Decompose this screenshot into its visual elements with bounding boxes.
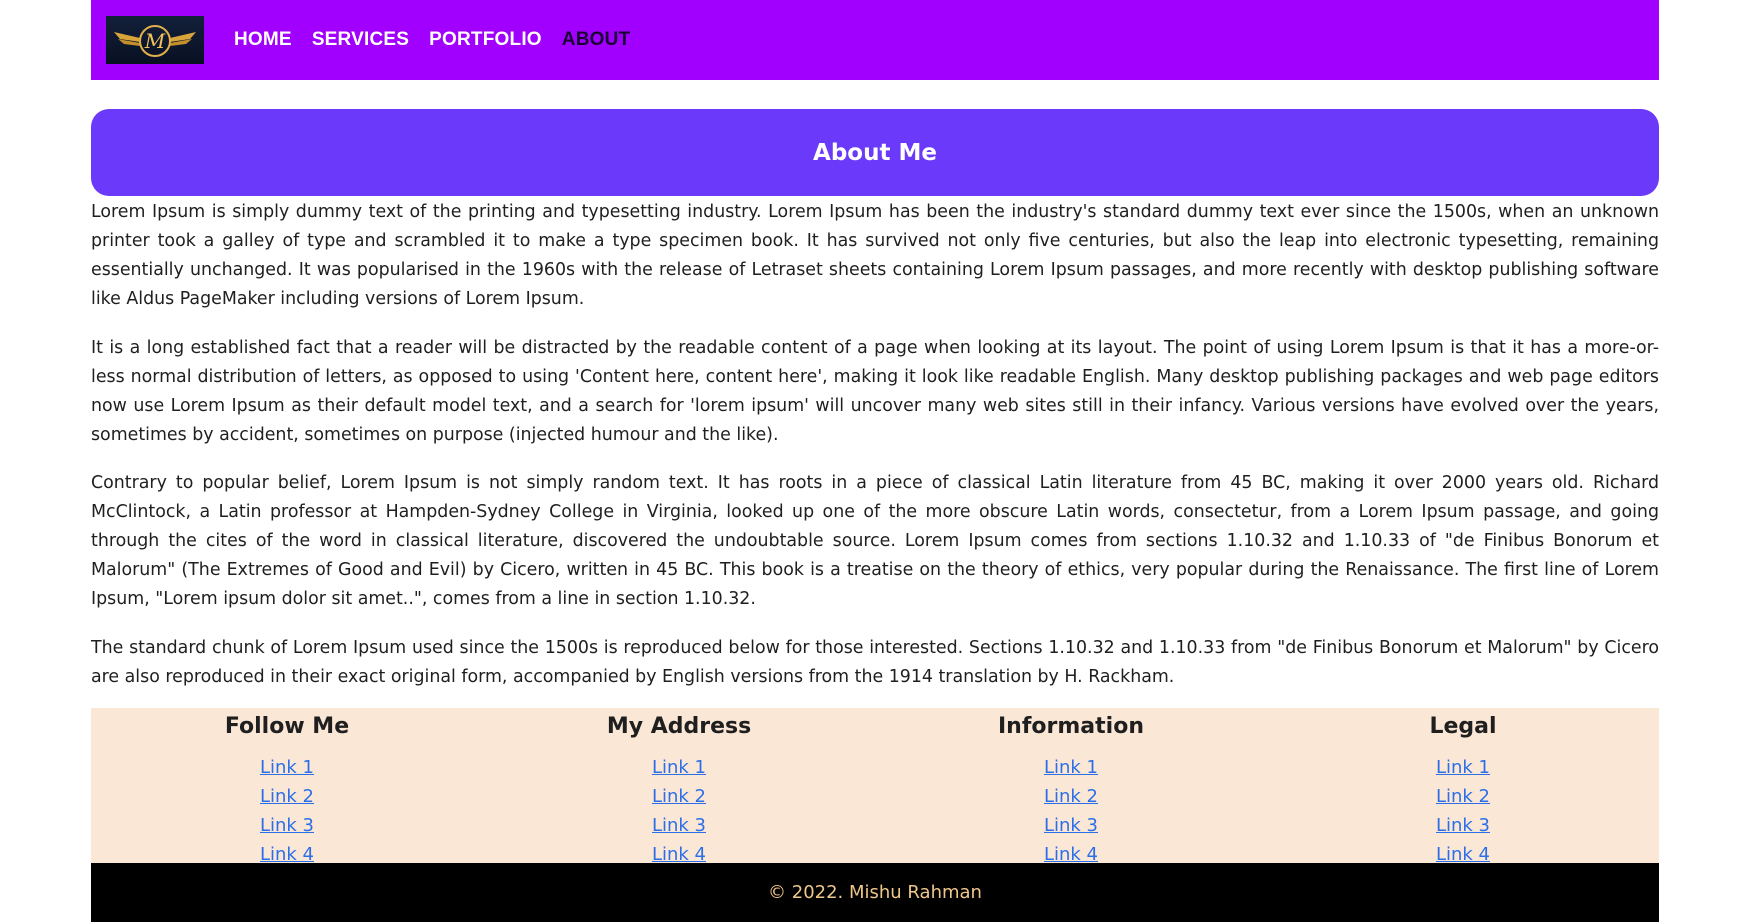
footer-heading: Follow Me [224, 714, 350, 739]
footer-column-my-address: My Address Link 1 Link 2 Link 3 Link 4 [483, 708, 875, 865]
footer-link[interactable]: Link 2 [1044, 782, 1098, 811]
nav-portfolio-link[interactable]: PORTFOLIO [429, 29, 542, 51]
copyright-text: © 2022. Mishu Rahman [768, 882, 982, 903]
footer-heading: My Address [606, 714, 752, 739]
footer-link[interactable]: Link 1 [1436, 753, 1490, 782]
footer-link[interactable]: Link 3 [652, 811, 706, 840]
about-paragraph-1: Lorem Ipsum is simply dummy text of the … [91, 202, 1659, 309]
footer-heading: Legal [1429, 714, 1497, 739]
footer-links: Follow Me Link 1 Link 2 Link 3 Link 4 My… [91, 708, 1659, 865]
footer-link[interactable]: Link 3 [1044, 811, 1098, 840]
footer-link[interactable]: Link 2 [1436, 782, 1490, 811]
footer-column-information: Information Link 1 Link 2 Link 3 Link 4 [875, 708, 1267, 865]
footer-link[interactable]: Link 3 [260, 811, 314, 840]
nav-home-link[interactable]: HOME [234, 29, 292, 51]
about-banner: About Me [91, 109, 1659, 196]
about-paragraph-2: It is a long established fact that a rea… [91, 337, 1659, 445]
copyright-bar: © 2022. Mishu Rahman [91, 863, 1659, 922]
footer-link[interactable]: Link 2 [652, 782, 706, 811]
top-navbar: M HOME SERVICES PORTFOLIO ABOUT [91, 0, 1659, 80]
about-paragraph-3: Contrary to popular belief, Lorem Ipsum … [91, 473, 1659, 609]
nav-services-link[interactable]: SERVICES [312, 29, 409, 51]
footer-link[interactable]: Link 1 [1044, 753, 1098, 782]
footer-heading: Information [998, 714, 1144, 739]
about-paragraph-4: The standard chunk of Lorem Ipsum used s… [91, 637, 1659, 687]
about-content: Lorem Ipsum is simply dummy text of the … [91, 198, 1659, 711]
site-logo[interactable]: M [106, 16, 204, 64]
footer-link[interactable]: Link 2 [260, 782, 314, 811]
footer-link[interactable]: Link 1 [260, 753, 314, 782]
footer-column-legal: Legal Link 1 Link 2 Link 3 Link 4 [1267, 708, 1659, 865]
page-title: About Me [813, 139, 937, 166]
footer-link[interactable]: Link 1 [652, 753, 706, 782]
winged-m-logo-icon: M [114, 25, 196, 57]
footer-link[interactable]: Link 3 [1436, 811, 1490, 840]
main-nav: HOME SERVICES PORTFOLIO ABOUT [234, 29, 630, 51]
footer-column-follow-me: Follow Me Link 1 Link 2 Link 3 Link 4 [91, 708, 483, 865]
nav-about-link[interactable]: ABOUT [562, 29, 631, 51]
logo-letter: M [144, 29, 166, 53]
